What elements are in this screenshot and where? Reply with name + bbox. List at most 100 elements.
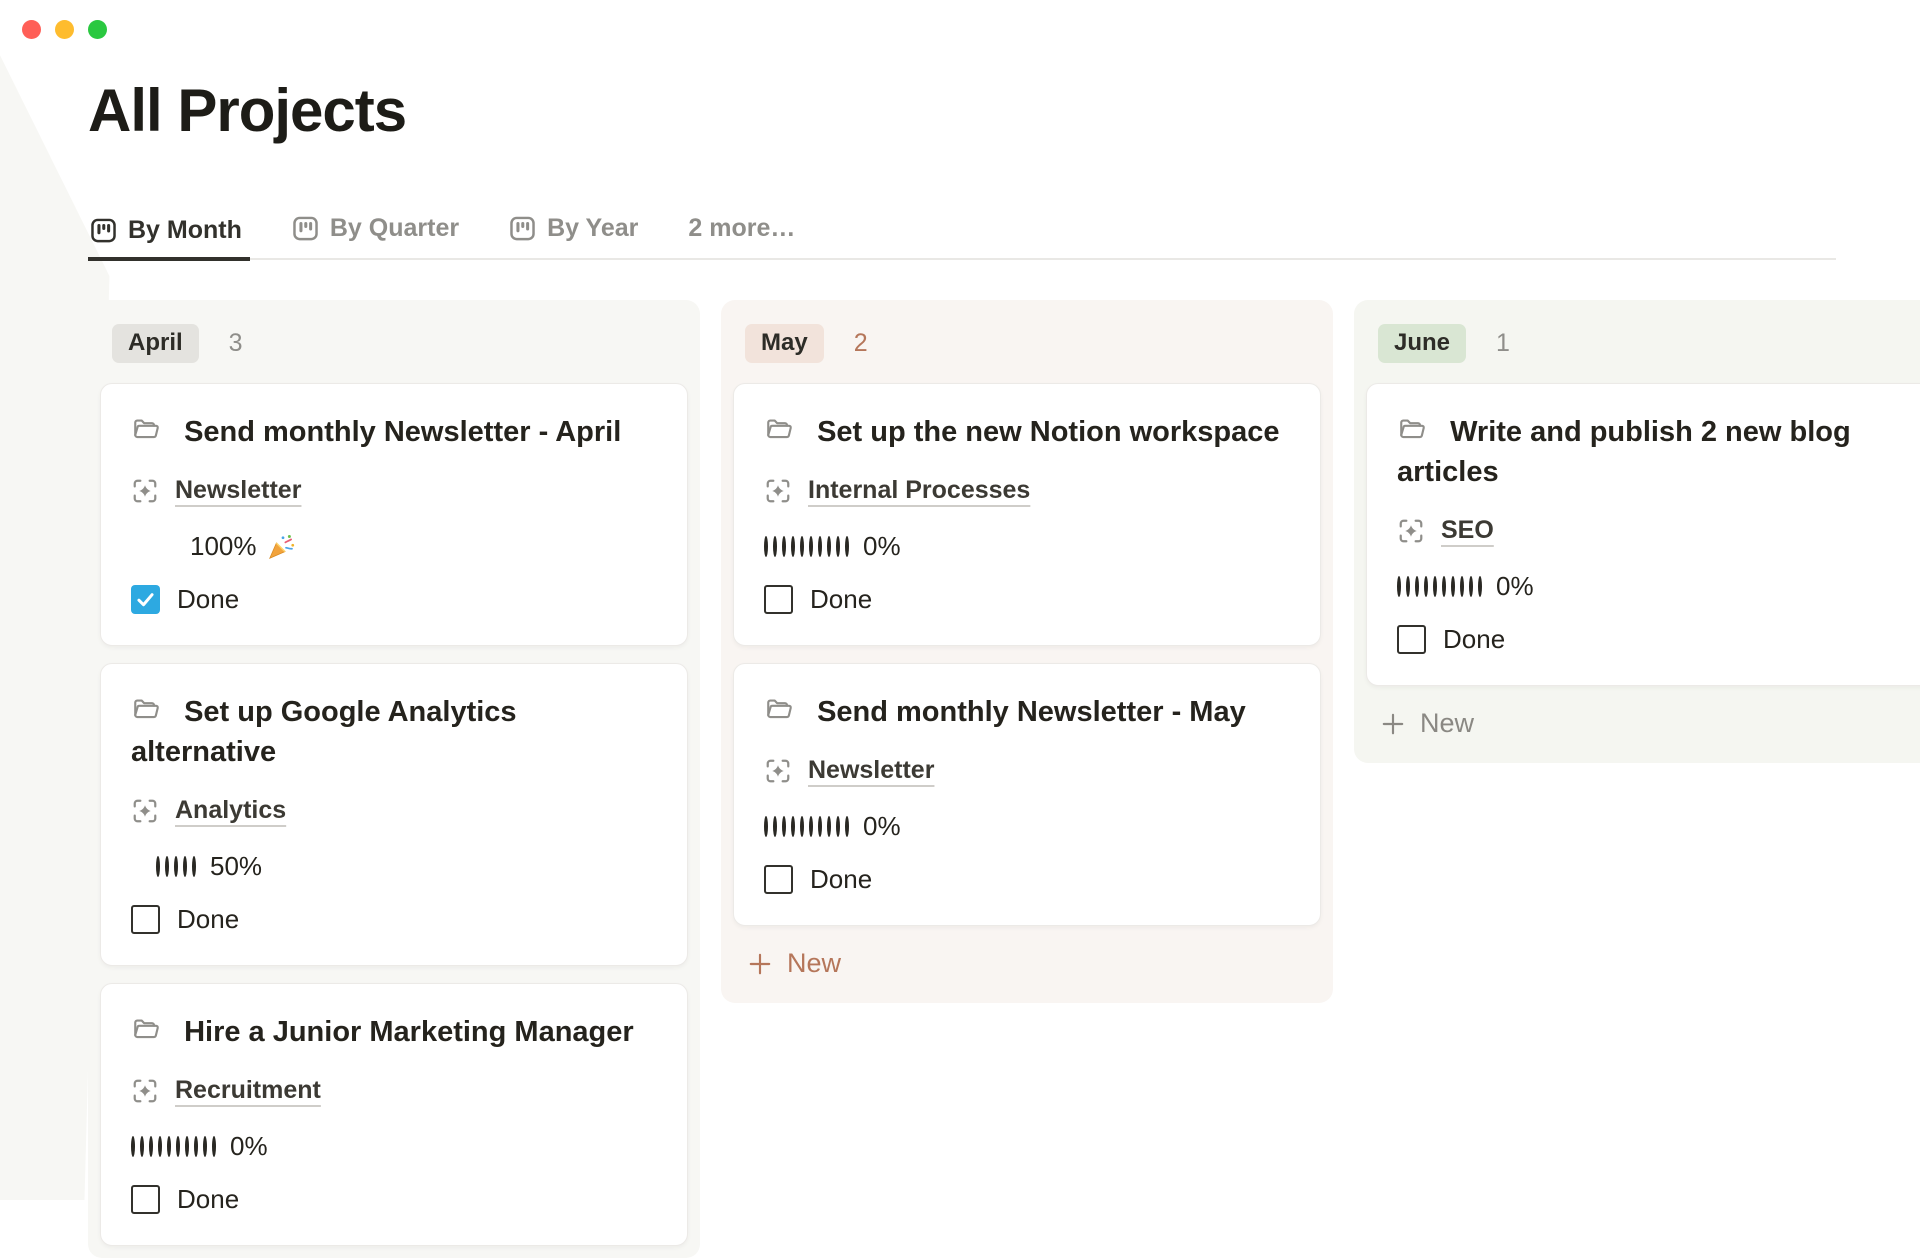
minimize-window-button[interactable] <box>55 20 74 39</box>
relation-icon <box>131 1077 159 1105</box>
progress-dots <box>131 1138 221 1156</box>
done-checkbox[interactable] <box>764 585 793 614</box>
cards-container: Send monthly Newsletter - April Newslett… <box>100 383 688 1246</box>
progress-dot-empty <box>194 1136 198 1157</box>
progress-row: 50% <box>131 851 657 882</box>
zoom-window-button[interactable] <box>88 20 107 39</box>
page-title: All Projects <box>88 76 406 145</box>
column-count: 1 <box>1496 329 1510 358</box>
progress-dot-empty <box>773 816 777 837</box>
open-folder-icon <box>131 695 161 725</box>
plus-icon <box>747 951 773 977</box>
done-label: Done <box>177 904 239 935</box>
related-project-link[interactable]: Internal Processes <box>808 476 1030 505</box>
project-card[interactable]: Send monthly Newsletter - April Newslett… <box>100 383 688 646</box>
board-column-june: June 1 Write and publish 2 new blog arti… <box>1354 300 1920 763</box>
progress-dots <box>131 858 201 876</box>
board-column-may: May 2 Set up the new Notion workspace In… <box>721 300 1333 1003</box>
tab-label: By Quarter <box>330 214 459 243</box>
column-header[interactable]: June 1 <box>1366 312 1920 383</box>
view-tab-2-more[interactable]: 2 more… <box>686 208 803 258</box>
open-folder-icon <box>764 415 794 445</box>
card-tag-row: Newsletter <box>764 756 1290 785</box>
card-title: Set up the new Notion workspace <box>817 416 1279 448</box>
progress-dot-empty <box>1406 576 1410 597</box>
progress-percent: 100% <box>190 531 257 562</box>
progress-dot-empty <box>827 536 831 557</box>
project-card[interactable]: Set up the new Notion workspace Internal… <box>733 383 1321 646</box>
progress-dot-empty <box>827 816 831 837</box>
progress-dots <box>131 538 181 556</box>
progress-dot-empty <box>845 816 849 837</box>
done-checkbox[interactable] <box>1397 625 1426 654</box>
card-title-row: Set up the new Notion workspace <box>764 412 1290 452</box>
card-title-row: Send monthly Newsletter - April <box>131 412 657 452</box>
done-checkbox[interactable] <box>764 865 793 894</box>
card-tag-row: Internal Processes <box>764 476 1290 505</box>
check-icon <box>135 589 156 610</box>
progress-dot-empty <box>176 1136 180 1157</box>
tab-label: 2 more… <box>688 214 795 243</box>
done-checkbox[interactable] <box>131 905 160 934</box>
done-row: Done <box>764 584 1290 615</box>
done-label: Done <box>810 864 872 895</box>
progress-dot-empty <box>1397 576 1401 597</box>
progress-dot-empty <box>174 856 178 877</box>
progress-dot-empty <box>845 536 849 557</box>
column-header[interactable]: May 2 <box>733 312 1321 383</box>
relation-icon <box>764 477 792 505</box>
done-row: Done <box>131 904 657 935</box>
kanban-board: April 3 Send monthly Newsletter - April … <box>88 300 1920 1258</box>
progress-dot-empty <box>1451 576 1455 597</box>
progress-dot-empty <box>165 856 169 877</box>
done-checkbox[interactable] <box>131 585 160 614</box>
card-tag-row: Newsletter <box>131 476 657 505</box>
project-card[interactable]: Set up Google Analytics alternative Anal… <box>100 663 688 966</box>
project-card[interactable]: Write and publish 2 new blog articles SE… <box>1366 383 1920 686</box>
month-pill: April <box>112 324 199 363</box>
progress-dot-empty <box>800 816 804 837</box>
view-tab-by-year[interactable]: By Year <box>507 208 646 258</box>
view-tab-by-month[interactable]: By Month <box>88 210 250 261</box>
progress-dot-empty <box>1460 576 1464 597</box>
progress-dot-empty <box>836 536 840 557</box>
new-card-button[interactable]: New <box>733 936 855 991</box>
related-project-link[interactable]: Analytics <box>175 796 286 825</box>
open-folder-icon <box>131 1015 161 1045</box>
party-popper-icon <box>266 532 296 562</box>
month-pill: June <box>1378 324 1466 363</box>
relation-icon <box>1397 517 1425 545</box>
column-header[interactable]: April 3 <box>100 312 688 383</box>
progress-row: 0% <box>764 531 1290 562</box>
progress-dot-empty <box>791 536 795 557</box>
related-project-link[interactable]: SEO <box>1441 516 1494 545</box>
view-tab-by-quarter[interactable]: By Quarter <box>290 208 467 258</box>
related-project-link[interactable]: Recruitment <box>175 1076 321 1105</box>
project-card[interactable]: Send monthly Newsletter - May Newsletter… <box>733 663 1321 926</box>
progress-dot-empty <box>782 816 786 837</box>
done-label: Done <box>177 584 239 615</box>
progress-dot-empty <box>1442 576 1446 597</box>
progress-dot-empty <box>203 1136 207 1157</box>
done-label: Done <box>810 584 872 615</box>
related-project-link[interactable]: Newsletter <box>175 476 301 505</box>
progress-dot-empty <box>140 1136 144 1157</box>
new-card-button[interactable]: New <box>1366 696 1488 751</box>
card-title-row: Hire a Junior Marketing Manager <box>131 1012 657 1052</box>
progress-dot-empty <box>809 536 813 557</box>
progress-dots <box>1397 578 1487 596</box>
project-card[interactable]: Hire a Junior Marketing Manager Recruitm… <box>100 983 688 1246</box>
progress-dot-empty <box>773 536 777 557</box>
related-project-link[interactable]: Newsletter <box>808 756 934 785</box>
progress-dot-empty <box>149 1136 153 1157</box>
progress-dot-empty <box>167 1136 171 1157</box>
board-column-april: April 3 Send monthly Newsletter - April … <box>88 300 700 1258</box>
done-row: Done <box>131 584 657 615</box>
progress-row: 0% <box>131 1131 657 1162</box>
cards-container: Set up the new Notion workspace Internal… <box>733 383 1321 926</box>
window-controls <box>22 20 107 39</box>
done-label: Done <box>1443 624 1505 655</box>
progress-dot-empty <box>791 816 795 837</box>
progress-dot-empty <box>1433 576 1437 597</box>
close-window-button[interactable] <box>22 20 41 39</box>
